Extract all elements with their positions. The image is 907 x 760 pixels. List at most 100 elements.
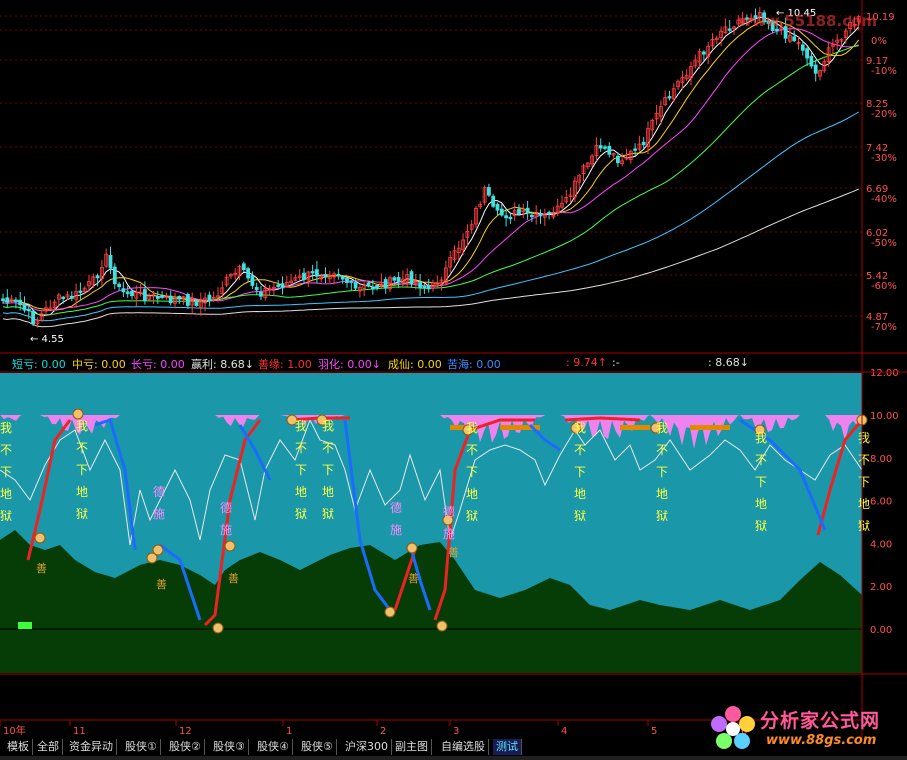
candle-body — [22, 303, 27, 311]
pct-tick-label: -70% — [871, 322, 897, 333]
candle-body — [607, 145, 612, 155]
wobuxiadiyu-char: 不 — [574, 443, 586, 457]
tab-7[interactable]: 股侠⑤ — [298, 739, 337, 755]
shan-char: 善 — [36, 561, 47, 575]
candle-body — [177, 296, 182, 300]
shan-char: 善 — [408, 571, 419, 585]
orange-zone — [620, 425, 650, 430]
tab-10[interactable]: 自编选股 — [438, 739, 489, 755]
legend-item: : 8.68↓ — [708, 356, 749, 369]
candle-body — [241, 263, 246, 271]
candle-body — [142, 289, 147, 302]
hand-marker-icon — [72, 408, 84, 420]
tab-1[interactable]: 全部 — [34, 739, 63, 755]
candle-body — [792, 36, 797, 42]
candle-body — [349, 280, 354, 283]
candle-body — [530, 214, 534, 218]
wobuxiadiyu-char: 下 — [755, 475, 767, 489]
candle-body — [18, 299, 23, 306]
wobuxiadiyu-char: 狱 — [574, 509, 586, 523]
candle-body — [323, 275, 328, 278]
pct-tick-label: -60% — [871, 281, 897, 292]
candle-body — [302, 272, 306, 280]
candle-body — [13, 299, 18, 302]
wobuxiadiyu-char: 地 — [574, 487, 586, 501]
candle-body — [250, 275, 255, 286]
date-tick-label: 4 — [561, 726, 567, 737]
pct-tick-label: 0% — [871, 36, 887, 47]
hand-marker-icon — [436, 620, 448, 632]
logo-brand: 分析家公式网 — [760, 710, 881, 732]
tab-11[interactable]: 测试 — [493, 739, 522, 755]
wobuxiadiyu-char: 我 — [76, 419, 88, 433]
tab-8[interactable]: 沪深300 — [342, 739, 392, 755]
candle-body — [504, 215, 509, 219]
candle-body — [185, 293, 190, 306]
wobuxiadiyu-char: 地 — [466, 487, 478, 501]
candle-body — [95, 275, 100, 279]
tab-5[interactable]: 股侠③ — [210, 739, 249, 755]
wobuxiadiyu-char: 狱 — [76, 507, 88, 521]
chart-canvas: 10.190%9.17-10%8.25-20%7.42-30%6.69-40%6… — [0, 0, 907, 760]
candle-body — [383, 279, 388, 289]
candle-body — [809, 56, 814, 67]
deshi-char: 德 — [390, 500, 402, 515]
tab-0[interactable]: 模板 — [4, 739, 33, 755]
wobuxiadiyu-char: 下 — [0, 465, 12, 479]
legend-item: 中亏: 0.00 — [72, 358, 126, 371]
candle-body — [486, 187, 491, 196]
candle-body — [194, 300, 199, 307]
wobuxiadiyu-char: 地 — [0, 487, 12, 501]
tab-3[interactable]: 股侠① — [122, 739, 161, 755]
candle-body — [603, 146, 607, 149]
candle-body — [800, 44, 805, 51]
candle-body — [495, 203, 500, 211]
candle-body — [155, 296, 160, 299]
tab-9[interactable]: 副主图 — [392, 739, 432, 755]
wobuxiadiyu-char: 下 — [295, 463, 307, 477]
date-tick-label: 3 — [453, 726, 459, 737]
legend-item: 成仙: 0.00 — [388, 358, 442, 371]
tab-4[interactable]: 股侠② — [166, 739, 205, 755]
wobuxiadiyu-char: 下 — [574, 465, 586, 479]
candle-body — [5, 297, 10, 303]
candle-body — [805, 48, 809, 59]
wobuxiadiyu-char: 不 — [0, 443, 12, 457]
wobuxiadiyu-char: 不 — [656, 443, 668, 457]
hand-marker-icon — [212, 622, 224, 634]
tab-2[interactable]: 资金异动 — [66, 739, 117, 755]
wobuxiadiyu-char: 地 — [656, 487, 668, 501]
wobuxiadiyu-char: 狱 — [656, 509, 668, 523]
wobuxiadiyu-char: 我 — [466, 421, 478, 435]
date-tick-label: 1 — [286, 726, 292, 737]
wobuxiadiyu-char: 狱 — [0, 509, 12, 523]
candle-body — [517, 208, 521, 215]
candle-body — [547, 211, 551, 215]
candle-body — [121, 288, 126, 293]
wobuxiadiyu-char: 不 — [858, 453, 870, 467]
tab-6[interactable]: 股侠④ — [254, 739, 293, 755]
candle-body — [499, 208, 504, 216]
wobuxiadiyu-char: 地 — [755, 497, 767, 511]
wobuxiadiyu-char: 我 — [295, 419, 307, 433]
legend-item: :- — [612, 356, 620, 369]
wobuxiadiyu-char: 狱 — [755, 519, 767, 533]
wobuxiadiyu-char: 不 — [466, 443, 478, 457]
candle-body — [426, 285, 431, 290]
wobuxiadiyu-char: 下 — [322, 463, 334, 477]
pct-tick-label: -40% — [871, 194, 897, 205]
date-tick-label: 5 — [651, 726, 657, 737]
date-tick-label: 12 — [179, 726, 192, 737]
watermark-text: www.55188.com — [738, 12, 878, 30]
candle-body — [112, 266, 117, 285]
candle-body — [125, 291, 130, 295]
legend-item: 长亏: 0.00 — [131, 358, 185, 371]
wobuxiadiyu-char: 狱 — [295, 507, 307, 521]
shan-char: 善 — [448, 545, 459, 559]
site-logo: 分析家公式网 www.88gs.com — [708, 704, 907, 756]
candle-body — [727, 28, 732, 31]
pct-tick-label: -20% — [871, 109, 897, 120]
candle-body — [1, 298, 5, 302]
candle-body — [370, 287, 375, 290]
legend-item: 短亏: 0.00 — [12, 358, 66, 371]
